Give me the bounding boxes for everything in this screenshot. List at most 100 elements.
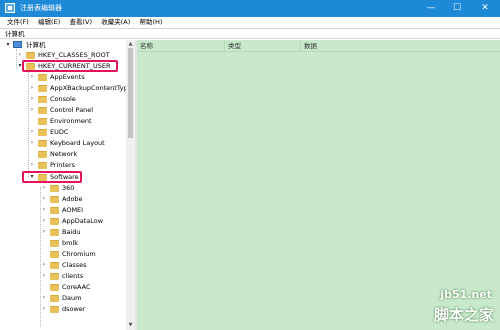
folder-icon (50, 295, 59, 302)
tree-item-label: Daum (62, 294, 82, 302)
tree-item-label: AppXBackupContentType (50, 84, 131, 92)
tree-item-label: AOMEI (62, 206, 84, 214)
tree-item-aomei[interactable]: › AOMEI (0, 205, 126, 215)
scroll-down-arrow-icon[interactable]: ▼ (127, 322, 134, 328)
expand-arrow-icon[interactable]: › (40, 183, 48, 193)
maximize-button[interactable]: ☐ (444, 0, 470, 17)
expand-arrow-icon[interactable]: › (16, 50, 24, 60)
tree-item-eudc[interactable]: › EUDC (0, 127, 126, 137)
tree-item-label: Keyboard Layout (50, 139, 105, 147)
expand-arrow-icon[interactable]: › (40, 293, 48, 303)
column-header-type[interactable]: 类型 (225, 40, 301, 52)
tree-item-keyboard-layout[interactable]: › Keyboard Layout (0, 138, 126, 148)
scroll-up-arrow-icon[interactable]: ▲ (127, 41, 134, 47)
tree-item-environment[interactable]: Environment (0, 116, 126, 126)
folder-icon (50, 207, 59, 214)
tree-item-dsower[interactable]: › dsower (0, 304, 126, 314)
folder-icon (38, 151, 47, 158)
expand-arrow-icon[interactable]: › (28, 94, 36, 104)
tree-item-hkey-classes-root[interactable]: › HKEY_CLASSES_ROOT (0, 50, 126, 60)
menu-help[interactable]: 帮助(H) (133, 17, 163, 28)
expand-arrow-icon[interactable]: › (40, 260, 48, 270)
expand-arrow-icon[interactable]: › (28, 105, 36, 115)
menu-favorites[interactable]: 收藏夹(A) (94, 17, 130, 28)
folder-icon (50, 229, 59, 236)
expand-arrow-icon[interactable]: › (40, 227, 48, 237)
menu-bar: 文件(F) 编辑(E) 查看(V) 收藏夹(A) 帮助(H) (0, 17, 500, 28)
tree-item-label: Printers (50, 161, 76, 169)
tree-item-appxbackupcontenttype[interactable]: › AppXBackupContentType (0, 83, 131, 93)
tree-item-label: EUDC (50, 128, 69, 136)
folder-icon (38, 162, 47, 169)
expand-arrow-icon[interactable]: › (28, 72, 36, 82)
tree-scrollbar[interactable]: ▲ ▼ (126, 40, 135, 330)
tree-item-adobe[interactable]: › Adobe (0, 194, 126, 204)
folder-icon (38, 118, 47, 125)
folder-icon (50, 196, 59, 203)
watermark-site: jb51.net (440, 288, 492, 301)
window-title: 注册表编辑器 (20, 4, 62, 12)
watermark-name: 脚本之家 (433, 306, 494, 324)
folder-icon (50, 273, 59, 280)
menu-file[interactable]: 文件(F) (0, 17, 29, 28)
title-bar[interactable]: 注册表编辑器 — ☐ ✕ (0, 0, 500, 17)
folder-icon (38, 96, 47, 103)
tree-item-label: Adobe (62, 195, 83, 203)
tree-item-bmlk[interactable]: bmlk (0, 238, 126, 248)
tree-item-label: Environment (50, 117, 92, 125)
menu-view[interactable]: 查看(V) (62, 17, 92, 28)
expand-arrow-icon[interactable]: › (40, 271, 48, 281)
tree-item-computer[interactable]: ▾ 计算机 (0, 40, 126, 50)
tree-item-label: Network (50, 150, 78, 158)
computer-icon (13, 41, 22, 48)
folder-icon (50, 185, 59, 192)
collapse-arrow-icon[interactable]: ▾ (4, 40, 12, 50)
tree-item-appevents[interactable]: › AppEvents (0, 72, 126, 82)
highlight-hkey-current-user (22, 60, 118, 72)
address-path[interactable]: 计算机 (5, 29, 25, 39)
column-header-name[interactable]: 名称 (137, 40, 225, 52)
tree-item-control-panel[interactable]: › Control Panel (0, 105, 126, 115)
tree-item-label: AppDataLow (62, 217, 104, 225)
column-header-data[interactable]: 数据 (301, 40, 421, 52)
watermark: jb51.net 脚本之家 (408, 286, 500, 330)
tree-item-label: bmlk (62, 239, 79, 247)
expand-arrow-icon[interactable]: › (28, 138, 36, 148)
tree-item-appdatalow[interactable]: › AppDataLow (0, 216, 126, 226)
address-bar[interactable]: 计算机 (0, 28, 500, 39)
tree-item-label: Classes (62, 261, 87, 269)
tree-item-label: Control Panel (50, 106, 94, 114)
tree-item-printers[interactable]: › Printers (0, 160, 126, 170)
expand-arrow-icon[interactable]: › (28, 127, 36, 137)
tree-item-clients[interactable]: › clients (0, 271, 126, 281)
tree-item-coreaac[interactable]: CoreAAC (0, 282, 126, 292)
folder-icon (38, 74, 47, 81)
close-button[interactable]: ✕ (470, 0, 500, 17)
expand-arrow-icon[interactable]: › (28, 160, 36, 170)
tree-item-label: AppEvents (50, 73, 85, 81)
tree-item-baidu[interactable]: › Baidu (0, 227, 126, 237)
tree-item-classes[interactable]: › Classes (0, 260, 126, 270)
minimize-button[interactable]: — (418, 0, 444, 17)
folder-icon (50, 240, 59, 247)
folder-icon (50, 218, 59, 225)
expand-arrow-icon[interactable]: › (40, 304, 48, 314)
tree-item-console[interactable]: › Console (0, 94, 126, 104)
tree-item-360[interactable]: › 360 (0, 183, 126, 193)
registry-editor-icon (5, 3, 15, 13)
tree-item-network[interactable]: Network (0, 149, 126, 159)
tree-item-chromium[interactable]: Chromium (0, 249, 126, 259)
tree-item-label: CoreAAC (62, 283, 91, 291)
expand-arrow-icon[interactable]: › (40, 216, 48, 226)
tree-item-daum[interactable]: › Daum (0, 293, 126, 303)
folder-icon (50, 262, 59, 269)
expand-arrow-icon[interactable]: › (40, 194, 48, 204)
registry-editor-window: 注册表编辑器 — ☐ ✕ 文件(F) 编辑(E) 查看(V) 收藏夹(A) 帮助… (0, 0, 500, 330)
expand-arrow-icon[interactable]: › (28, 83, 36, 93)
tree-item-label: 计算机 (26, 41, 46, 49)
menu-edit[interactable]: 编辑(E) (31, 17, 60, 28)
expand-arrow-icon[interactable]: › (40, 205, 48, 215)
scrollbar-thumb[interactable] (128, 48, 133, 138)
tree-item-label: dsower (62, 305, 86, 313)
folder-icon (38, 140, 47, 147)
